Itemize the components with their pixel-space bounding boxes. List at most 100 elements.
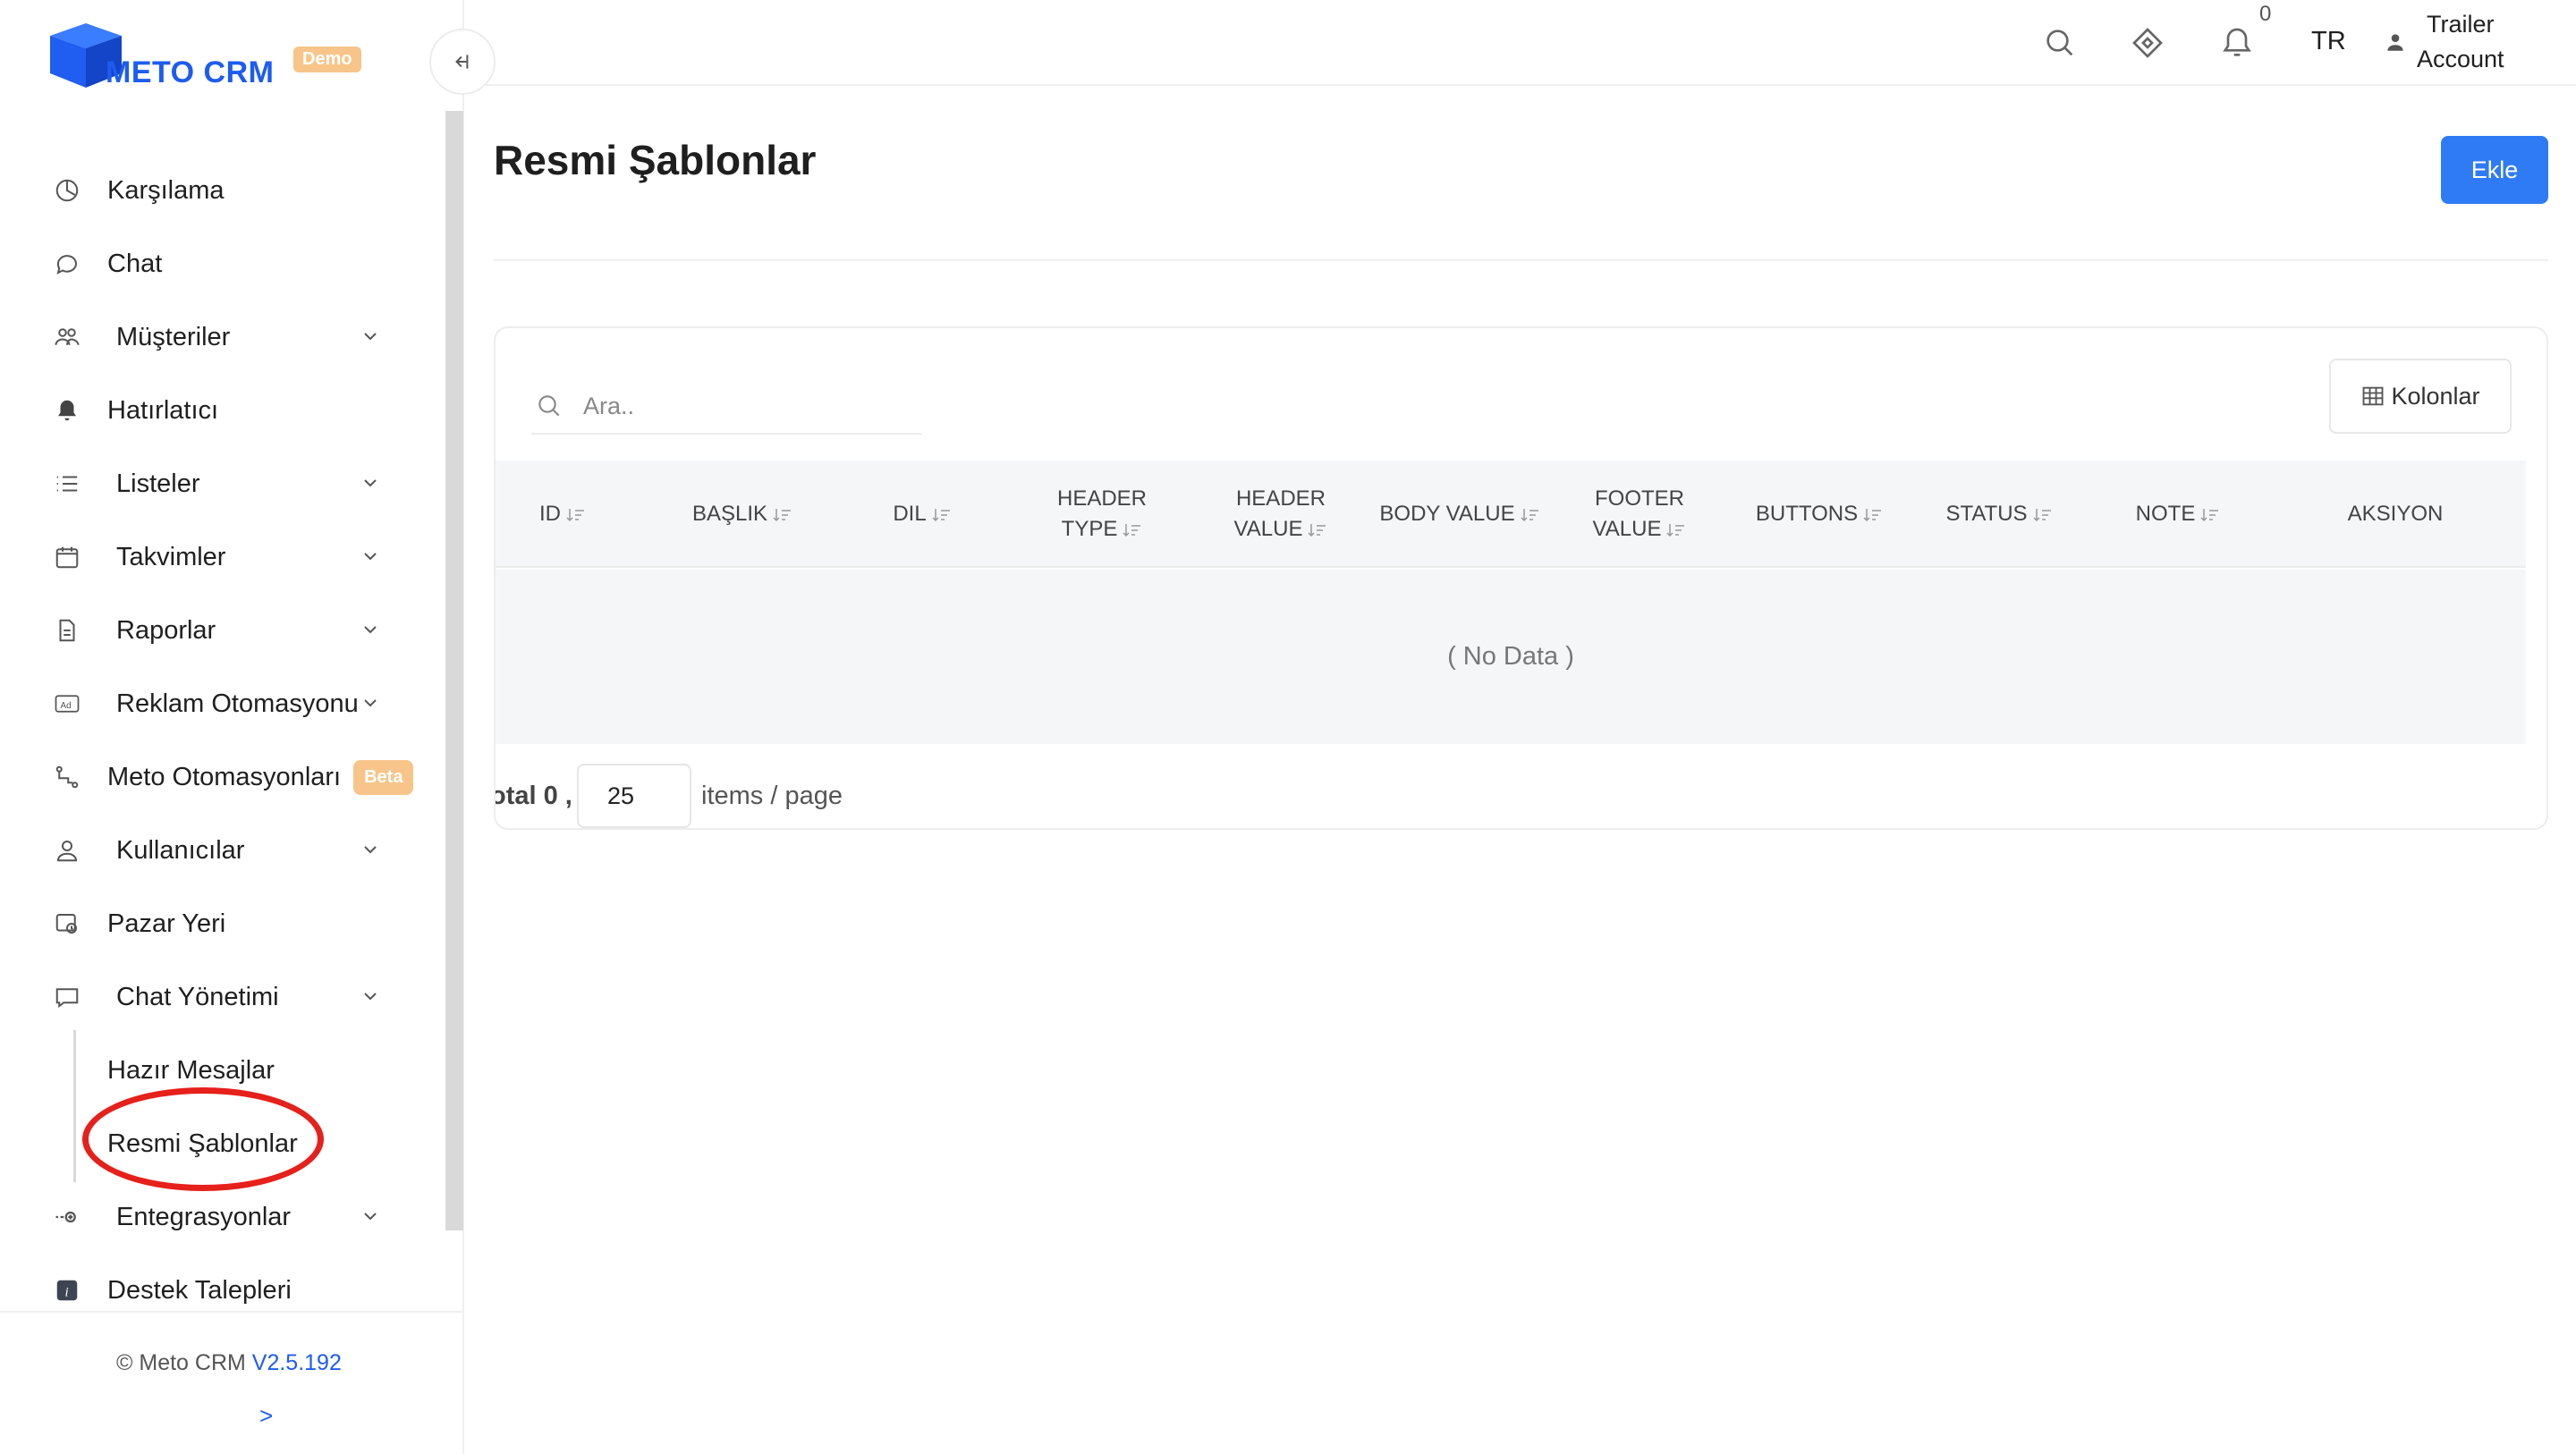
sidebar-item-kullanicilar[interactable]: Kullanıcılar	[0, 814, 445, 887]
bell-icon	[52, 395, 82, 426]
column-header-footer[interactable]: FOOTER VALUE	[1572, 461, 1707, 568]
column-header-label-line2: VALUE	[1233, 517, 1303, 541]
table-body: ( No Data )	[496, 570, 2526, 744]
sidebar-item-chat-yonetimi[interactable]: Chat Yönetimi	[0, 960, 445, 1034]
sidebar-item-pazar-yeri[interactable]: Pazar Yeri	[0, 887, 445, 960]
demo-badge: Demo	[293, 46, 361, 72]
chevron-down-icon	[364, 993, 377, 1001]
marketplace-icon	[52, 909, 82, 939]
empty-state: ( No Data )	[1447, 642, 1574, 671]
sort-icon[interactable]	[1863, 507, 1883, 523]
sidebar-item-label: Hatırlatıcı	[107, 395, 219, 425]
sidebar-item-takvimler[interactable]: Takvimler	[0, 520, 445, 594]
column-header-id[interactable]: ID	[509, 461, 616, 568]
dashboard-icon	[52, 175, 82, 206]
ad-icon: Ad	[52, 689, 82, 719]
sidebar-item-entegrasyonlar[interactable]: Entegrasyonlar	[0, 1180, 445, 1254]
language-switcher[interactable]: TR	[2311, 27, 2346, 56]
pagination: otal 0 , 25 items / page	[496, 764, 1301, 828]
column-header-label: HEADER	[1235, 486, 1326, 511]
column-header-aksiyon[interactable]: AKSIYON	[2306, 461, 2485, 568]
chevron-down-icon	[364, 626, 377, 634]
sidebar-item-label: Destek Talepleri	[107, 1275, 292, 1305]
brand-name: METO CRM	[106, 55, 275, 89]
items-per-page-label: items / page	[701, 782, 843, 810]
list-icon	[52, 469, 82, 499]
notification-bell-icon[interactable]	[2219, 25, 2255, 61]
column-header-label: HEADER	[1056, 486, 1148, 511]
user-name-line1: Trailer	[2427, 11, 2495, 38]
column-header-header[interactable]: HEADER TYPE	[1035, 461, 1169, 568]
sidebar-item-listeler[interactable]: Listeler	[0, 447, 445, 520]
user-account-menu[interactable]: Trailer Account	[2417, 7, 2504, 77]
chevron-down-icon	[364, 553, 377, 561]
sidebar-item-label: Meto Otomasyonları	[107, 762, 342, 791]
sidebar-scrollbar[interactable]	[445, 111, 463, 1230]
svg-text:Ad: Ad	[61, 701, 72, 711]
sort-icon[interactable]	[1521, 507, 1540, 523]
sidebar-item-label: Pazar Yeri	[107, 909, 226, 938]
sort-icon[interactable]	[932, 507, 952, 523]
info-icon: i	[52, 1275, 82, 1306]
column-header-label: STATUS	[1945, 502, 2028, 526]
column-header-label: NOTE	[2135, 502, 2196, 526]
search-icon[interactable]	[2042, 25, 2078, 61]
submenu-indent-line	[73, 1030, 76, 1182]
sort-icon[interactable]	[1308, 522, 1327, 538]
sidebar-item-label: Müşteriler	[116, 322, 231, 351]
chat-settings-icon	[52, 982, 82, 1012]
report-file-icon	[52, 615, 82, 646]
sidebar-item-label: Karşılama	[107, 175, 225, 205]
brand-logo[interactable]: METO CRM Demo	[47, 20, 369, 93]
table-grid-icon	[2363, 386, 2384, 406]
sort-icon[interactable]	[1666, 522, 1686, 538]
column-header-başlik[interactable]: BAŞLIK	[657, 461, 827, 568]
column-header-dil[interactable]: DIL	[855, 461, 989, 568]
column-header-body-value[interactable]: BODY VALUE	[1375, 461, 1545, 568]
templates-table-card: Kolonlar ID BAŞLIK DIL HEADER TYPE HEADER VALU…	[494, 326, 2548, 830]
column-header-label: ID	[539, 502, 561, 526]
expand-sidebar-button[interactable]: >	[259, 1402, 273, 1430]
sort-icon[interactable]	[2200, 507, 2220, 523]
copyright-label: © Meto CRM	[116, 1350, 246, 1375]
column-header-note[interactable]: NOTE	[2111, 461, 2245, 568]
page-title: Resmi Şablonlar	[494, 137, 817, 183]
divider	[494, 259, 2548, 261]
sort-icon[interactable]	[773, 507, 792, 523]
sidebar-item-label: Chat	[107, 249, 163, 278]
sidebar-item-chat[interactable]: Chat	[0, 227, 445, 300]
column-header-buttons[interactable]: BUTTONS	[1739, 461, 1900, 568]
sidebar-item-meto-otomasyonlari[interactable]: Meto Otomasyonları Beta	[0, 740, 445, 814]
column-header-status[interactable]: STATUS	[1932, 461, 2066, 568]
sidebar-item-label: Reklam Otomasyonu	[116, 689, 359, 718]
search-field	[531, 377, 921, 435]
search-input[interactable]	[583, 388, 914, 424]
sidebar-item-raporlar[interactable]: Raporlar	[0, 594, 445, 667]
sidebar-item-label: Hazır Mesajlar	[107, 1055, 275, 1085]
diamond-icon[interactable]	[2130, 25, 2165, 61]
sort-icon[interactable]	[1123, 522, 1142, 538]
page-size-select[interactable]: 25	[577, 764, 691, 828]
column-header-header[interactable]: HEADER VALUE	[1214, 461, 1348, 568]
svg-text:i: i	[65, 1285, 69, 1299]
table-header: ID BAŞLIK DIL HEADER TYPE HEADER VALUE BODY VAL…	[496, 461, 2526, 568]
sidebar-item-reklam-otomasyonu[interactable]: Ad Reklam Otomasyonu	[0, 667, 445, 740]
sort-icon[interactable]	[566, 507, 586, 523]
user-avatar-icon	[2387, 34, 2403, 51]
column-header-label: BAŞLIK	[691, 502, 768, 526]
chevron-down-icon	[364, 333, 377, 341]
user-icon	[52, 835, 82, 866]
add-button[interactable]: Ekle	[2441, 136, 2548, 204]
columns-label: Kolonlar	[2391, 382, 2480, 410]
top-bar: 0 TR Trailer Account	[464, 0, 2576, 86]
chevron-down-icon	[364, 699, 377, 707]
sidebar-item-hatirlatici[interactable]: Hatırlatıcı	[0, 374, 445, 447]
collapse-sidebar-button[interactable]	[429, 29, 496, 95]
sidebar-item-musteriler[interactable]: Müşteriler	[0, 300, 445, 374]
sidebar-item-karsilama[interactable]: Karşılama	[0, 154, 445, 227]
sort-icon[interactable]	[2033, 507, 2053, 523]
columns-button[interactable]: Kolonlar	[2329, 359, 2512, 434]
version-link[interactable]: V2.5.192	[252, 1350, 342, 1375]
calendar-icon	[52, 542, 82, 572]
column-header-label: DIL	[893, 502, 927, 526]
